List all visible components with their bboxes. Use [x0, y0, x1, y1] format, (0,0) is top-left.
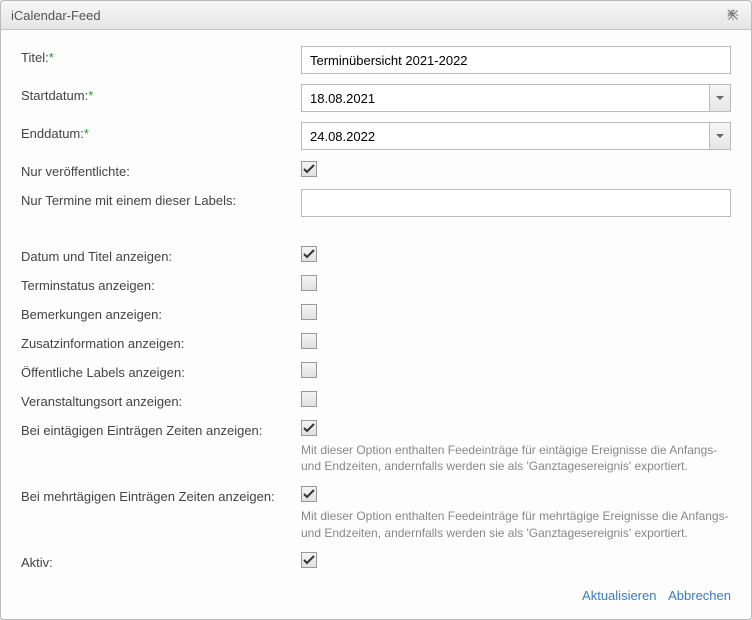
check-icon	[303, 488, 315, 500]
show-venue-label: Veranstaltungsort anzeigen:	[21, 390, 301, 409]
single-day-times-help: Mit dieser Option enthalten Feedeinträge…	[301, 442, 731, 476]
show-public-labels-checkbox[interactable]	[301, 362, 317, 378]
show-venue-checkbox[interactable]	[301, 391, 317, 407]
chevron-down-icon	[716, 132, 724, 140]
enddate-combo[interactable]	[301, 122, 731, 150]
single-day-times-checkbox[interactable]	[301, 420, 317, 436]
published-only-label: Nur veröffentlichte:	[21, 160, 301, 179]
startdate-input[interactable]	[301, 84, 709, 112]
multi-day-times-help: Mit dieser Option enthalten Feedeinträge…	[301, 508, 731, 542]
enddate-dropdown-button[interactable]	[709, 122, 731, 150]
title-label: Titel:*	[21, 46, 301, 65]
published-only-checkbox[interactable]	[301, 161, 317, 177]
icalendar-dialog: iCalendar-Feed Titel:* Startdatum:* Endd…	[0, 0, 752, 620]
update-button[interactable]: Aktualisieren	[582, 588, 656, 603]
labels-filter-input[interactable]	[301, 189, 731, 217]
check-icon	[303, 163, 315, 175]
startdate-label: Startdatum:*	[21, 84, 301, 103]
active-checkbox[interactable]	[301, 552, 317, 568]
titlebar: iCalendar-Feed	[1, 1, 751, 30]
dialog-footer: Aktualisieren Abbrechen	[21, 580, 731, 609]
show-extra-checkbox[interactable]	[301, 333, 317, 349]
close-icon[interactable]	[725, 7, 741, 23]
multi-day-times-checkbox[interactable]	[301, 486, 317, 502]
show-remarks-checkbox[interactable]	[301, 304, 317, 320]
startdate-dropdown-button[interactable]	[709, 84, 731, 112]
title-input[interactable]	[301, 46, 731, 74]
show-date-title-checkbox[interactable]	[301, 246, 317, 262]
labels-filter-label: Nur Termine mit einem dieser Labels:	[21, 189, 301, 208]
show-remarks-label: Bemerkungen anzeigen:	[21, 303, 301, 322]
show-extra-label: Zusatzinformation anzeigen:	[21, 332, 301, 351]
check-icon	[303, 248, 315, 260]
show-public-labels-label: Öffentliche Labels anzeigen:	[21, 361, 301, 380]
show-status-label: Terminstatus anzeigen:	[21, 274, 301, 293]
show-status-checkbox[interactable]	[301, 275, 317, 291]
active-label: Aktiv:	[21, 551, 301, 570]
enddate-input[interactable]	[301, 122, 709, 150]
multi-day-times-label: Bei mehrtägigen Einträgen Zeiten anzeige…	[21, 485, 301, 504]
show-date-title-label: Datum und Titel anzeigen:	[21, 245, 301, 264]
cancel-button[interactable]: Abbrechen	[668, 588, 731, 603]
dialog-title: iCalendar-Feed	[11, 8, 101, 23]
check-icon	[303, 422, 315, 434]
enddate-label: Enddatum:*	[21, 122, 301, 141]
chevron-down-icon	[716, 94, 724, 102]
check-icon	[303, 554, 315, 566]
single-day-times-label: Bei eintägigen Einträgen Zeiten anzeigen…	[21, 419, 301, 438]
startdate-combo[interactable]	[301, 84, 731, 112]
dialog-body: Titel:* Startdatum:* Enddatum:* Nu	[1, 30, 751, 619]
